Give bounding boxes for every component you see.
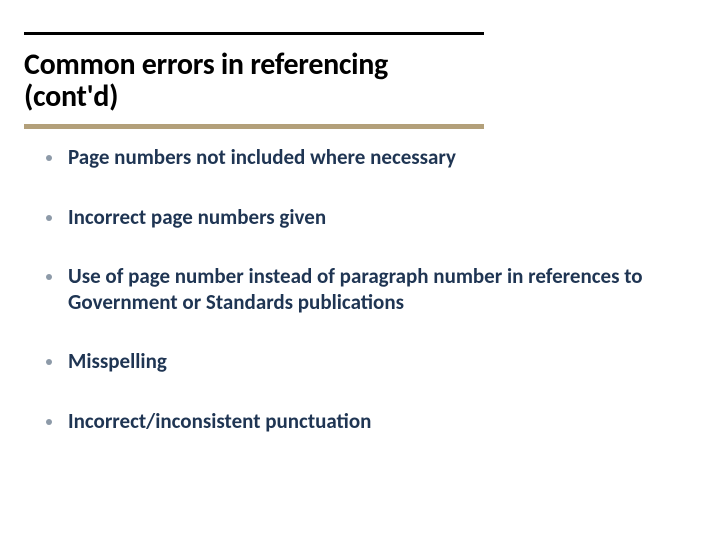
bullet-icon [46,155,52,161]
slide-title: Common errors in referencing (cont'd) [24,35,484,124]
bullet-text: Use of page number instead of paragraph … [68,264,646,315]
bullet-text: Page numbers not included where necessar… [68,145,456,171]
bullet-icon [46,359,52,365]
bullet-text: Misspelling [68,349,167,375]
title-rule-bottom [24,124,484,129]
list-item: Incorrect/inconsistent punctuation [46,409,646,435]
title-block: Common errors in referencing (cont'd) [24,32,484,129]
list-item: Page numbers not included where necessar… [46,145,646,171]
bullet-icon [46,419,52,425]
list-item: Use of page number instead of paragraph … [46,264,646,315]
slide: Common errors in referencing (cont'd) Pa… [0,0,720,540]
bullet-text: Incorrect/inconsistent punctuation [68,409,371,435]
list-item: Misspelling [46,349,646,375]
bullet-icon [46,215,52,221]
bullet-list: Page numbers not included where necessar… [46,145,646,469]
bullet-icon [46,274,52,280]
bullet-text: Incorrect page numbers given [68,205,326,231]
list-item: Incorrect page numbers given [46,205,646,231]
